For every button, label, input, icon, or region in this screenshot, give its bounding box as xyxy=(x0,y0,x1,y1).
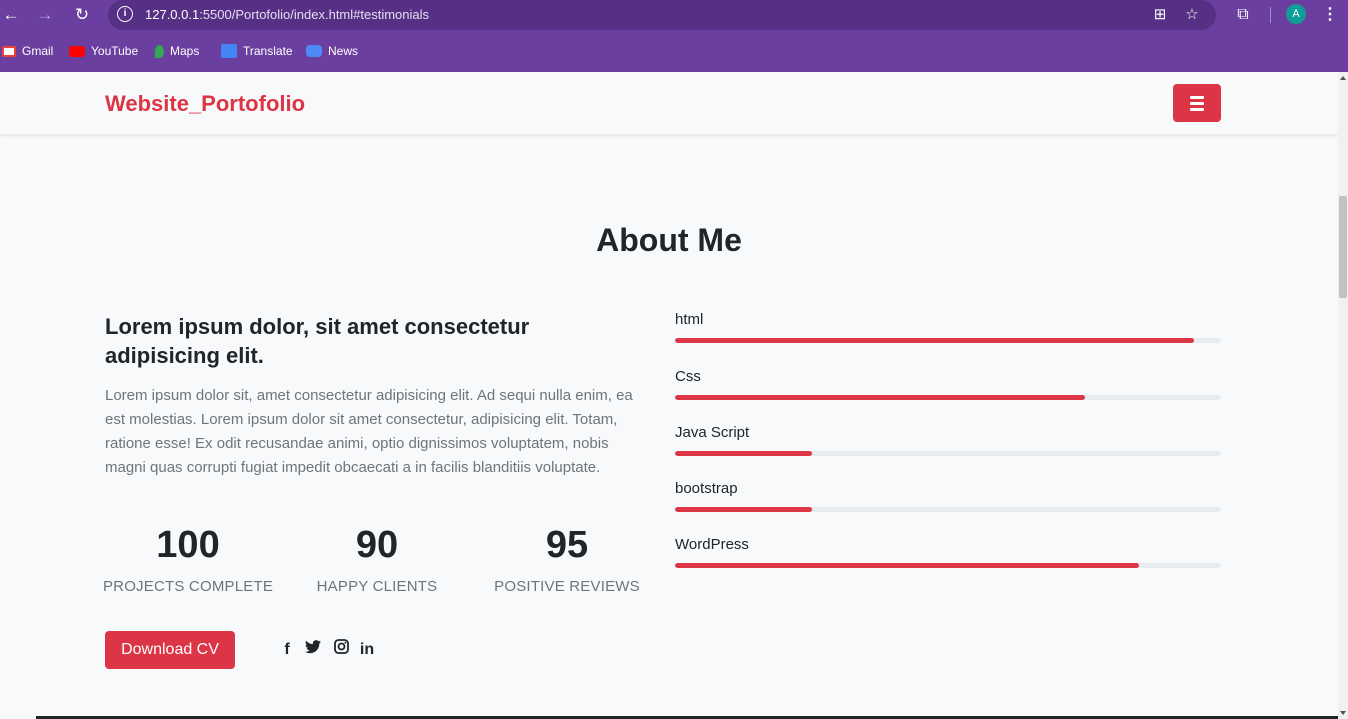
skill-bootstrap: bootstrap xyxy=(675,479,1221,512)
about-heading: Lorem ipsum dolor, sit amet consectetur … xyxy=(105,314,530,368)
translate-app-icon xyxy=(221,44,237,58)
skill-progress-track xyxy=(675,563,1221,568)
facebook-icon[interactable]: f xyxy=(280,639,294,661)
stat-value: 95 xyxy=(545,524,589,566)
youtube-icon xyxy=(69,45,85,57)
navbar-toggler-button[interactable] xyxy=(1173,84,1221,122)
twitter-icon[interactable] xyxy=(304,639,322,661)
bookmark-news[interactable]: News xyxy=(306,40,358,62)
stat-value: 90 xyxy=(355,524,399,566)
bookmark-label: Gmail xyxy=(22,44,54,58)
maps-icon xyxy=(155,44,164,58)
skill-progress-track xyxy=(675,507,1221,512)
hamburger-icon xyxy=(1190,102,1204,105)
skill-progress-fill xyxy=(675,395,1085,400)
stat-projects: 100 PROJECTS COMPLETE xyxy=(93,522,283,595)
address-bar[interactable]: i 127.0.0.1:5500/Portofolio/index.html#t… xyxy=(108,0,1216,30)
bookmark-youtube[interactable]: YouTube xyxy=(69,40,138,62)
toolbar-divider xyxy=(1270,7,1271,23)
bookmark-gmail[interactable]: Gmail xyxy=(2,40,53,62)
page-scrollbar[interactable] xyxy=(1338,72,1348,719)
bookmark-label: Translate xyxy=(243,44,293,58)
skill-name: Java Script xyxy=(675,424,750,441)
bookmark-star-icon[interactable]: ☆ xyxy=(1182,5,1202,25)
scroll-down-icon[interactable] xyxy=(1340,711,1346,715)
skill-progress-track xyxy=(675,395,1221,400)
bookmarks-bar: Gmail YouTube Maps Translate News xyxy=(0,40,1348,62)
about-paragraph: Lorem ipsum dolor sit, amet consectetur … xyxy=(105,387,633,476)
bookmark-maps[interactable]: Maps xyxy=(155,40,199,62)
url-text[interactable]: 127.0.0.1:5500/Portofolio/index.html#tes… xyxy=(145,7,429,22)
browser-menu-icon[interactable]: ⋮ xyxy=(1322,4,1338,26)
stat-value: 100 xyxy=(156,524,220,566)
skill-progress-fill xyxy=(675,507,812,512)
back-icon[interactable]: ← xyxy=(0,4,22,26)
translate-icon[interactable]: ⊞ xyxy=(1150,5,1170,25)
skill-html: html xyxy=(675,310,1221,343)
skill-javascript: Java Script xyxy=(675,423,1221,456)
site-navbar: Website_Portofolio xyxy=(0,72,1338,134)
skill-css: Css xyxy=(675,367,1221,400)
skill-progress-fill xyxy=(675,338,1194,343)
stat-label: PROJECTS COMPLETE xyxy=(102,578,274,595)
skill-name: html xyxy=(675,311,704,328)
scroll-up-icon[interactable] xyxy=(1340,76,1346,80)
stat-reviews: 95 POSITIVE REVIEWS xyxy=(472,522,662,595)
stat-label: POSITIVE REVIEWS xyxy=(494,578,640,595)
page-viewport: Website_Portofolio About Me Lorem ipsum … xyxy=(0,72,1338,719)
forward-icon[interactable]: → xyxy=(34,4,56,26)
skill-progress-fill xyxy=(675,451,812,456)
site-brand[interactable]: Website_Portofolio xyxy=(105,91,305,117)
download-cv-button[interactable]: Download CV xyxy=(105,631,235,669)
browser-toolbar: ← → ↻ i 127.0.0.1:5500/Portofolio/index.… xyxy=(0,0,1348,30)
instagram-icon[interactable] xyxy=(332,639,350,661)
bookmark-label: Maps xyxy=(170,44,200,58)
skill-wordpress: WordPress xyxy=(675,535,1221,568)
stat-clients: 90 HAPPY CLIENTS xyxy=(282,522,472,595)
section-title: About Me xyxy=(596,222,742,258)
gmail-icon xyxy=(2,45,16,57)
news-icon xyxy=(306,45,322,57)
bookmark-translate[interactable]: Translate xyxy=(221,40,293,62)
skill-name: Css xyxy=(675,368,701,385)
skill-name: bootstrap xyxy=(675,480,738,497)
bookmark-label: News xyxy=(328,44,359,58)
scrollbar-thumb[interactable] xyxy=(1339,196,1347,298)
skill-progress-track xyxy=(675,338,1221,343)
stat-label: HAPPY CLIENTS xyxy=(316,578,438,595)
reload-icon[interactable]: ↻ xyxy=(71,4,93,26)
browser-chrome: ← → ↻ i 127.0.0.1:5500/Portofolio/index.… xyxy=(0,0,1348,72)
linkedin-icon[interactable]: in xyxy=(358,639,376,661)
skill-progress-track xyxy=(675,451,1221,456)
site-info-icon[interactable]: i xyxy=(117,6,133,22)
profile-avatar[interactable]: A xyxy=(1286,4,1306,24)
hamburger-icon xyxy=(1190,96,1204,99)
extensions-icon[interactable]: ⧉ xyxy=(1232,4,1254,26)
skill-name: WordPress xyxy=(675,536,749,553)
hamburger-icon xyxy=(1190,108,1204,111)
bookmark-label: YouTube xyxy=(91,44,139,58)
skill-progress-fill xyxy=(675,563,1140,568)
